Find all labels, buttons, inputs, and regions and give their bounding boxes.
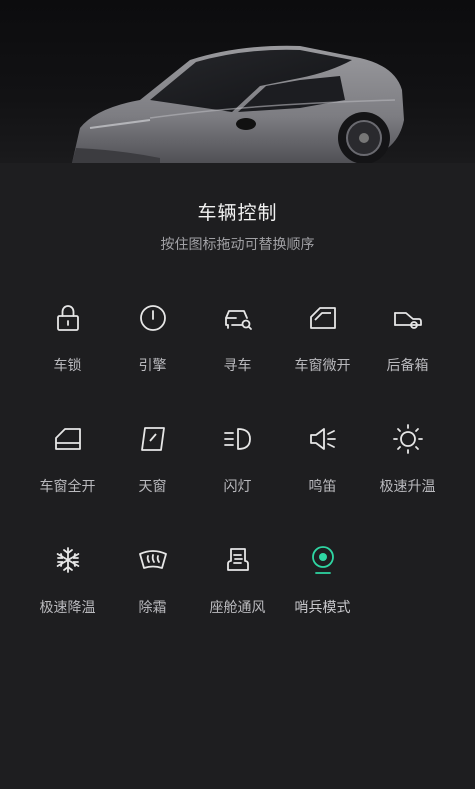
- control-flash-lights[interactable]: 闪灯: [195, 416, 280, 537]
- control-label: 极速升温: [379, 479, 436, 495]
- control-quick-heat[interactable]: 极速升温: [365, 416, 450, 537]
- control-defrost[interactable]: 除霜: [110, 537, 195, 658]
- car-illustration: [72, 45, 404, 163]
- window-open-icon: [51, 422, 85, 456]
- car-hero-image: [0, 0, 475, 163]
- control-label: 鸣笛: [308, 479, 337, 495]
- horn-icon: [306, 422, 340, 456]
- sentry-camera-icon: [306, 543, 340, 577]
- control-sentry-mode[interactable]: 哨兵模式: [280, 537, 365, 658]
- control-engine[interactable]: 引擎: [110, 295, 195, 416]
- control-label: 座舱通风: [209, 600, 266, 616]
- defrost-icon: [136, 543, 170, 577]
- control-quick-cool[interactable]: 极速降温: [25, 537, 110, 658]
- control-trunk[interactable]: 后备箱: [365, 295, 450, 416]
- find-car-icon: [221, 301, 255, 335]
- control-label: 引擎: [138, 358, 167, 374]
- window-crack-icon: [306, 301, 340, 335]
- control-cabin-ventilation[interactable]: 座舱通风: [195, 537, 280, 658]
- control-grid: 车锁 引擎 寻车 车窗微开 后备箱 车窗全开 天窗 闪灯 鸣笛 极速升温 极速降…: [25, 295, 450, 658]
- control-label: 闪灯: [223, 479, 252, 495]
- lock-icon: [51, 301, 85, 335]
- seat-vent-icon: [221, 543, 255, 577]
- page-subtitle: 按住图标拖动可替换顺序: [160, 237, 315, 253]
- control-lock[interactable]: 车锁: [25, 295, 110, 416]
- sun-icon: [391, 422, 425, 456]
- sunroof-icon: [136, 422, 170, 456]
- control-label: 车窗微开: [294, 358, 351, 374]
- control-label: 后备箱: [386, 358, 429, 374]
- power-icon: [136, 301, 170, 335]
- page-title: 车辆控制: [197, 202, 278, 224]
- control-label: 极速降温: [39, 600, 96, 616]
- control-window-crack[interactable]: 车窗微开: [280, 295, 365, 416]
- control-find-car[interactable]: 寻车: [195, 295, 280, 416]
- vehicle-control-panel: 车辆控制 按住图标拖动可替换顺序 车锁 引擎 寻车 车窗微开 后备箱 车窗全开 …: [0, 163, 475, 789]
- control-label: 哨兵模式: [294, 600, 351, 616]
- control-label: 天窗: [138, 479, 167, 495]
- trunk-icon: [391, 301, 425, 335]
- control-label: 除霜: [138, 600, 167, 616]
- control-label: 车窗全开: [39, 479, 96, 495]
- control-window-open[interactable]: 车窗全开: [25, 416, 110, 537]
- control-sunroof[interactable]: 天窗: [110, 416, 195, 537]
- control-label: 寻车: [223, 358, 252, 374]
- snowflake-icon: [51, 543, 85, 577]
- control-label: 车锁: [53, 358, 82, 374]
- headlight-icon: [221, 422, 255, 456]
- control-horn[interactable]: 鸣笛: [280, 416, 365, 537]
